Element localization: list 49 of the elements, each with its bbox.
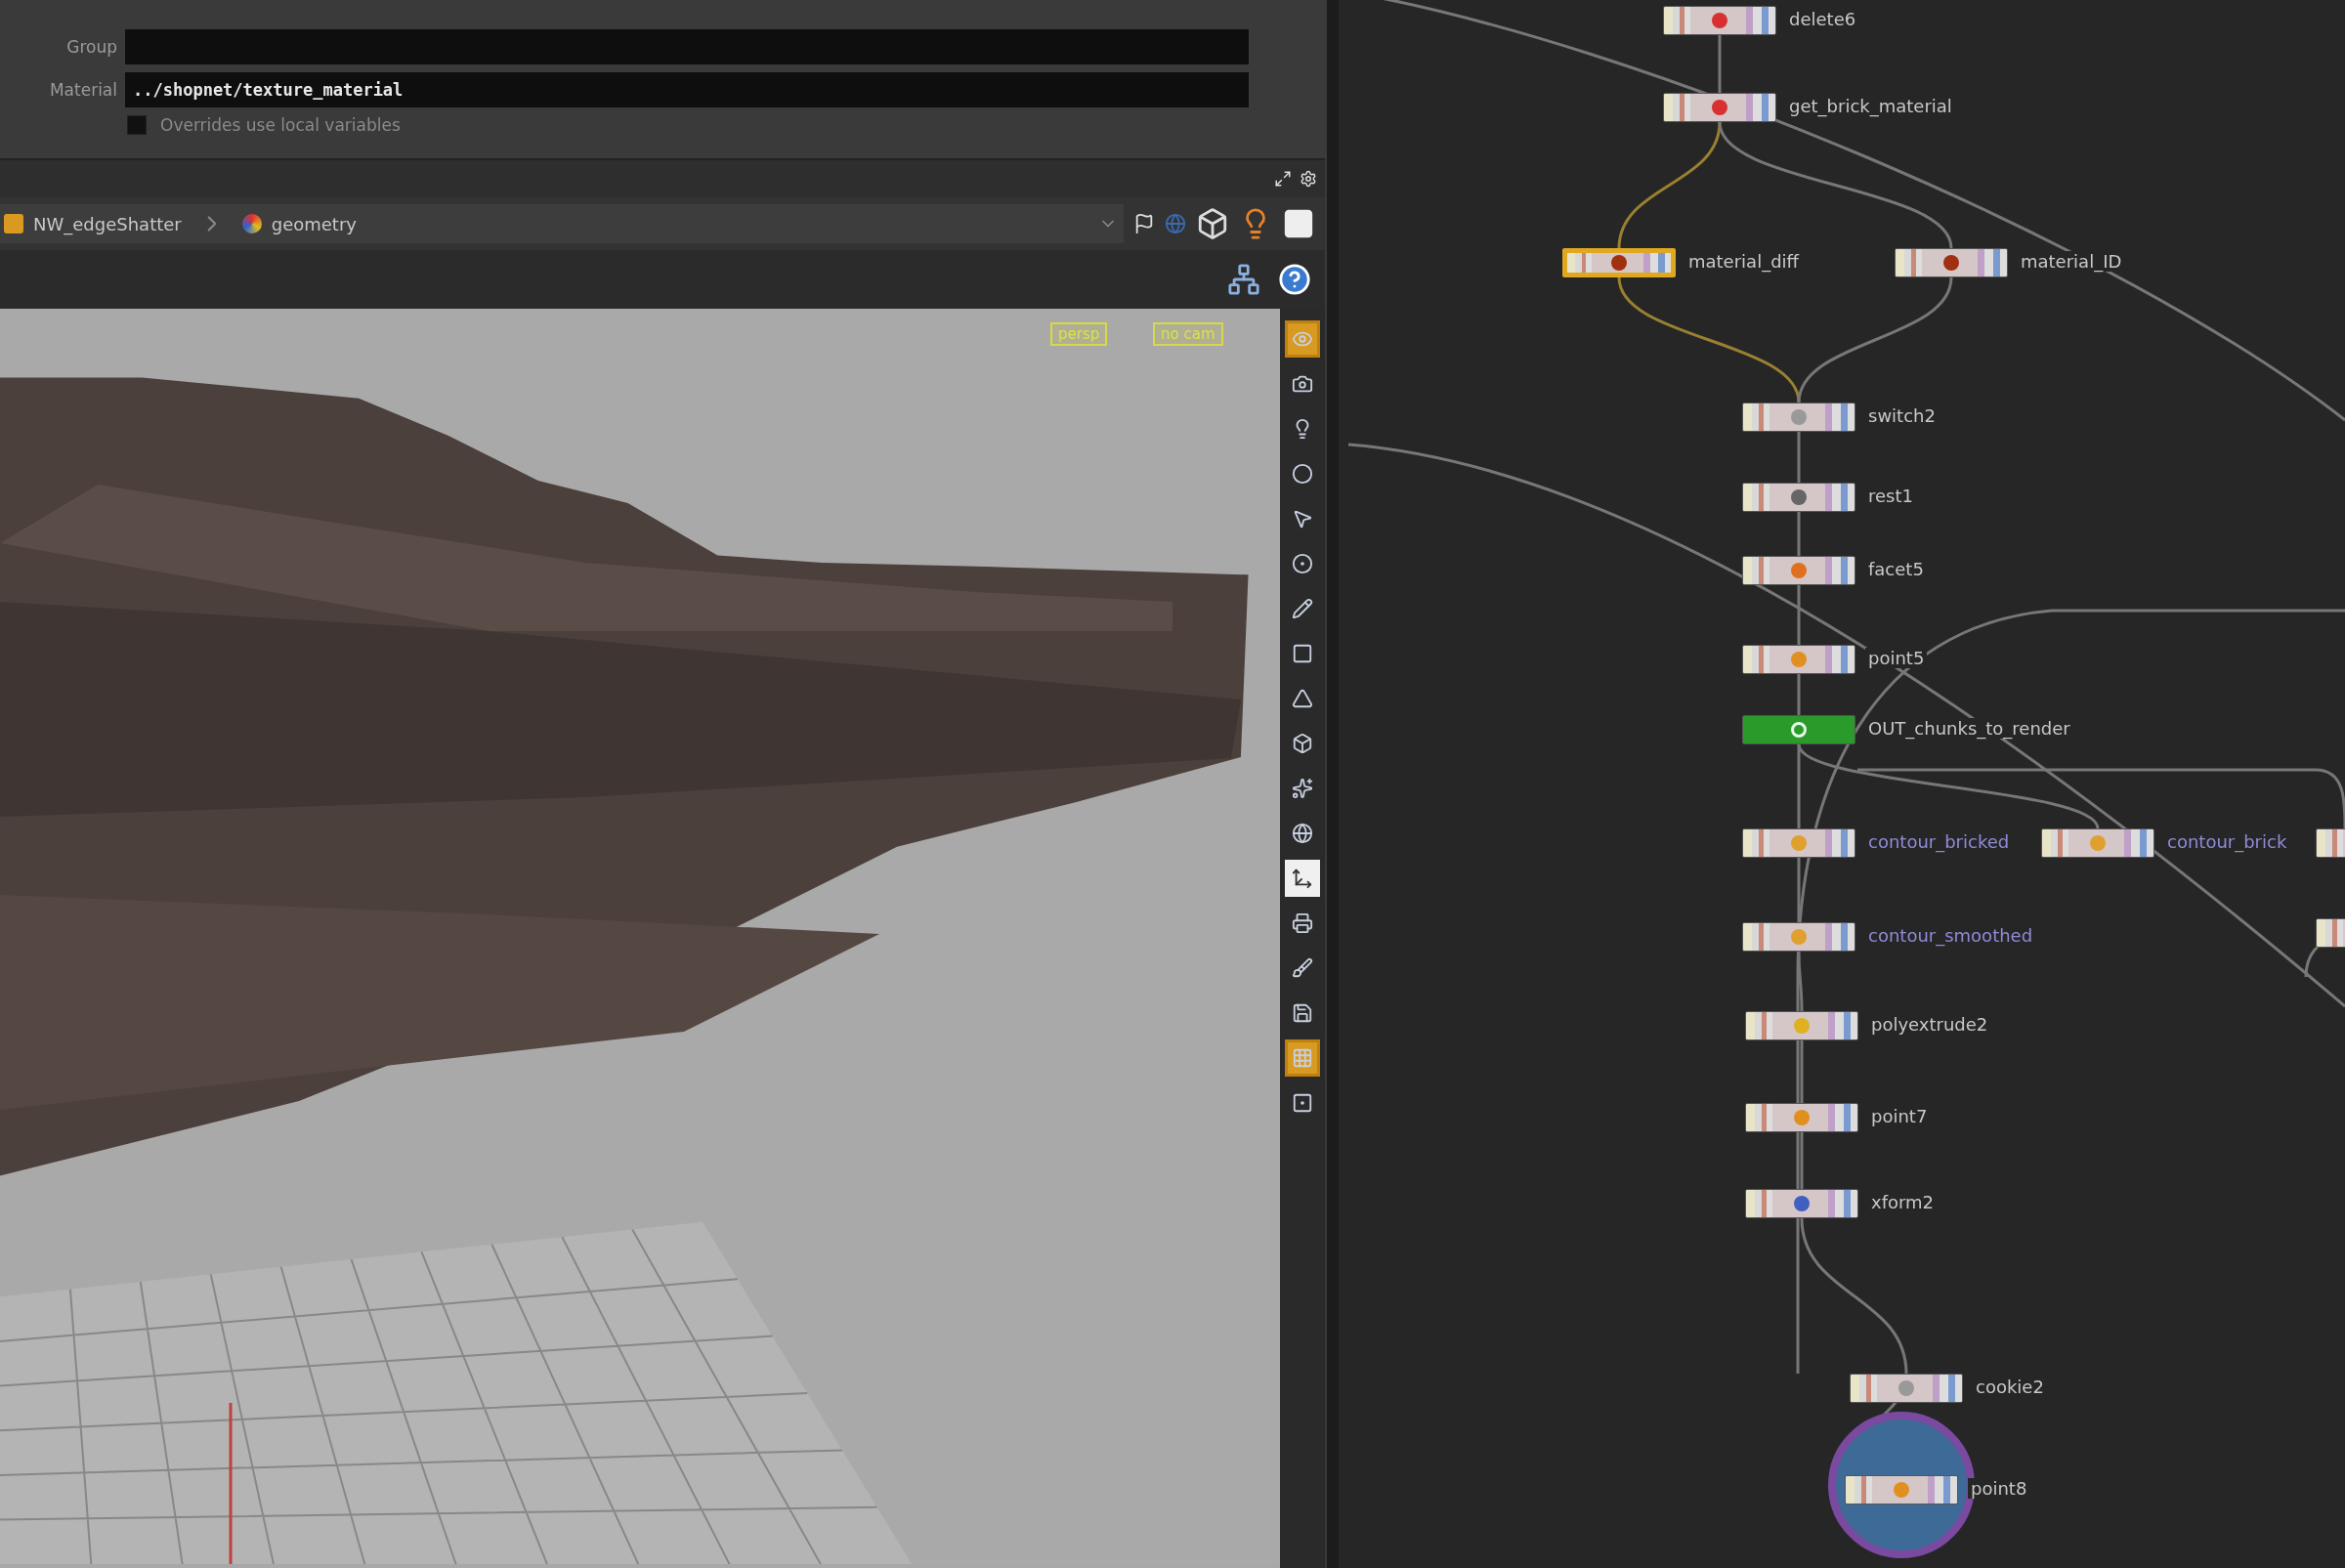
material-field[interactable]: ../shopnet/texture_material xyxy=(125,72,1249,107)
network-node[interactable] xyxy=(1742,645,1855,674)
node-label: point5 xyxy=(1865,648,1928,668)
network-node[interactable] xyxy=(1895,248,2008,277)
node-label: OUT_chunks_to_render xyxy=(1865,718,2073,739)
camera-icon xyxy=(1292,373,1313,395)
globe-icon xyxy=(1292,823,1313,844)
group-field[interactable] xyxy=(125,29,1249,64)
network-icon[interactable] xyxy=(1227,263,1260,296)
checkbox[interactable] xyxy=(127,115,147,135)
field-label: Group xyxy=(65,37,117,57)
help-icon[interactable] xyxy=(1278,263,1311,296)
grid-icon xyxy=(1292,1047,1313,1069)
settings-icon[interactable] xyxy=(1300,170,1317,188)
network-node[interactable] xyxy=(1850,1374,1963,1403)
field-label: Material xyxy=(48,80,117,100)
circle-icon xyxy=(1292,463,1313,485)
network-node[interactable] xyxy=(2041,828,2154,858)
network-node[interactable] xyxy=(1742,556,1855,585)
brush-icon xyxy=(1292,957,1313,979)
network-node[interactable] xyxy=(1663,93,1776,122)
path-crumb[interactable]: NW_edgeShatter xyxy=(0,213,186,234)
network-node[interactable] xyxy=(1745,1011,1858,1040)
maximize-icon[interactable] xyxy=(1274,170,1292,188)
network-node[interactable] xyxy=(1745,1189,1858,1218)
sparkles-icon xyxy=(1292,778,1313,799)
network-node[interactable] xyxy=(1742,922,1855,952)
network-node[interactable] xyxy=(1663,6,1776,35)
save-icon xyxy=(1292,1002,1313,1024)
dot-icon xyxy=(1292,553,1313,574)
network-node[interactable] xyxy=(1742,828,1855,858)
axes-icon xyxy=(1292,868,1313,889)
viewport-tool-button[interactable] xyxy=(1285,860,1320,897)
cube-icon[interactable] xyxy=(1196,207,1229,240)
color-wheel-icon xyxy=(241,214,262,233)
square-icon xyxy=(1292,643,1313,664)
network-node[interactable] xyxy=(1745,1103,1858,1132)
pencil-icon xyxy=(1292,598,1313,619)
path-crumb[interactable]: geometry xyxy=(237,213,361,234)
network-node[interactable] xyxy=(1742,483,1855,512)
square-icon[interactable] xyxy=(1282,207,1315,240)
network-node[interactable] xyxy=(1845,1475,1958,1504)
cube-icon xyxy=(1292,733,1313,754)
network-node[interactable] xyxy=(1742,715,1855,744)
network-node[interactable] xyxy=(1742,403,1855,432)
pointer-icon xyxy=(1292,508,1313,530)
printer-icon xyxy=(1292,912,1313,934)
checkbox-label: Overrides use local variables xyxy=(160,115,401,135)
network-node[interactable] xyxy=(1562,248,1676,277)
